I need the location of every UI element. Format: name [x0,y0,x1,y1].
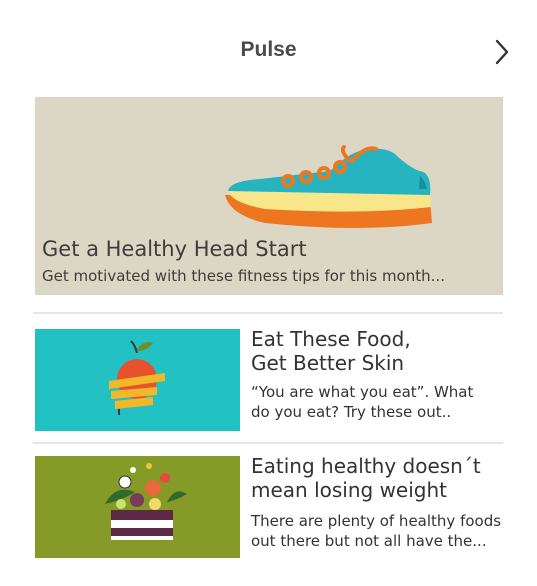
article-excerpt: do you eat? Try these out.. [251,403,452,421]
chevron-right-icon[interactable] [490,38,514,66]
article-excerpt: “You are what you eat”. What [251,383,474,401]
featured-article-card[interactable]: Get a Healthy Head Start Get motivated w… [35,97,503,295]
sneaker-illustration [225,145,432,228]
article-title: Eat These Food, [251,327,411,351]
article-excerpt: There are plenty of healthy foods [251,512,502,530]
featured-article-subtitle: Get motivated with these fitness tips fo… [42,267,445,285]
header-bar: Pulse [0,0,537,100]
article-excerpt: out there but not all have the... [251,532,487,550]
divider [33,442,503,444]
apple-measuring-tape-illustration [109,340,165,415]
article-list-item[interactable]: Eating healthy doesn´t mean losing weigh… [35,454,520,560]
salad-bowl-illustration [105,463,187,540]
article-list-item[interactable]: Eat These Food, Get Better Skin “You are… [35,327,520,433]
article-thumbnail [35,456,240,558]
article-title: Eating healthy doesn´t [251,454,481,478]
article-thumbnail [35,329,240,431]
article-title: mean losing weight [251,478,448,502]
article-title: Get Better Skin [251,351,405,375]
featured-article-title: Get a Healthy Head Start [42,237,307,261]
divider [33,312,503,314]
page-title: Pulse [240,38,297,61]
